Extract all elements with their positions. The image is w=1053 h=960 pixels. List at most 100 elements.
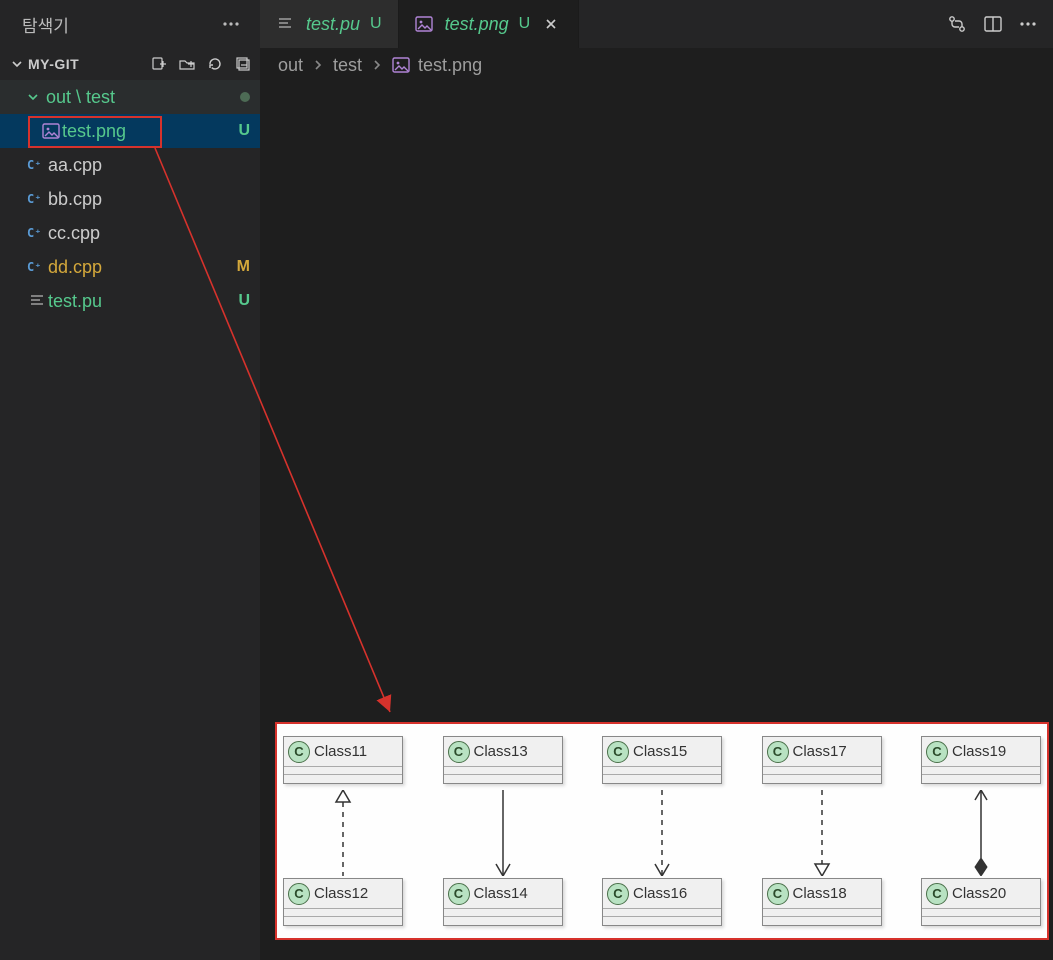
chevron-right-icon [372, 59, 382, 71]
class-box: CClass16 [602, 878, 722, 926]
class-icon: C [767, 883, 789, 905]
image-icon [40, 123, 62, 139]
tab-bar: test.pu U test.png U [260, 0, 1053, 48]
class-icon: C [607, 883, 629, 905]
sidebar-more-button[interactable] [216, 19, 246, 29]
git-badge: M [237, 258, 250, 276]
tab-test-png[interactable]: test.png U [399, 0, 580, 48]
breadcrumb-file[interactable]: test.png [392, 55, 482, 76]
file-tree: out \ test test.png U C⁺ aa.cpp C⁺ bb.cp… [0, 80, 260, 318]
class-icon: C [448, 883, 470, 905]
file-aa-cpp[interactable]: C⁺ aa.cpp [0, 148, 260, 182]
class-icon: C [288, 883, 310, 905]
class-icon: C [767, 741, 789, 763]
uml-connector [812, 790, 832, 872]
folder-modified-dot [240, 92, 250, 102]
svg-text:C⁺: C⁺ [27, 260, 41, 274]
tab-status: U [519, 15, 531, 33]
file-label: aa.cpp [48, 155, 250, 176]
folder-out-test[interactable]: out \ test [0, 80, 260, 114]
class-label: Class19 [952, 743, 1006, 760]
class-box: CClass12 [283, 878, 403, 926]
class-label: Class20 [952, 885, 1006, 902]
sidebar-header: 탐색기 [0, 0, 260, 48]
uml-connector [493, 790, 513, 872]
file-label: test.pu [48, 291, 238, 312]
new-folder-button[interactable] [178, 55, 196, 73]
uml-pair: CClass19 CClass20 [921, 730, 1041, 932]
explorer-section-header[interactable]: MY-GIT [0, 48, 260, 80]
uml-connector [971, 790, 991, 872]
class-label: Class14 [474, 885, 528, 902]
class-icon: C [926, 741, 948, 763]
tab-label: test.png [445, 14, 509, 35]
git-badge: U [238, 292, 250, 310]
refresh-button[interactable] [206, 55, 224, 73]
class-label: Class15 [633, 743, 687, 760]
editor-more-button[interactable] [1019, 21, 1037, 27]
breadcrumb-test[interactable]: test [333, 55, 362, 76]
uml-pair: CClass15 CClass16 [602, 730, 722, 932]
cpp-icon: C⁺ [26, 259, 48, 275]
git-badge: U [238, 122, 250, 140]
class-box: CClass20 [921, 878, 1041, 926]
class-box: CClass13 [443, 736, 563, 784]
tab-test-pu[interactable]: test.pu U [260, 0, 399, 48]
class-box: CClass18 [762, 878, 882, 926]
class-box: CClass15 [602, 736, 722, 784]
class-label: Class16 [633, 885, 687, 902]
class-label: Class17 [793, 743, 847, 760]
uml-preview: CClass11 CClass12 CClass13 CClass14 CCla… [275, 722, 1049, 940]
file-label: cc.cpp [48, 223, 250, 244]
class-box: CClass14 [443, 878, 563, 926]
lines-icon [26, 293, 48, 309]
file-label: test.png [62, 121, 238, 142]
collapse-all-button[interactable] [234, 55, 252, 73]
class-box: CClass11 [283, 736, 403, 784]
file-label: bb.cpp [48, 189, 250, 210]
uml-pair: CClass13 CClass14 [443, 730, 563, 932]
tab-status: U [370, 15, 382, 33]
file-dd-cpp[interactable]: C⁺ dd.cpp M [0, 250, 260, 284]
file-bb-cpp[interactable]: C⁺ bb.cpp [0, 182, 260, 216]
svg-text:C⁺: C⁺ [27, 158, 41, 172]
file-test-pu[interactable]: test.pu U [0, 284, 260, 318]
svg-text:C⁺: C⁺ [27, 226, 41, 240]
class-label: Class18 [793, 885, 847, 902]
cpp-icon: C⁺ [26, 157, 48, 173]
chevron-down-icon [26, 90, 44, 104]
class-icon: C [288, 741, 310, 763]
tab-close-button[interactable] [540, 15, 562, 33]
chevron-down-icon [10, 57, 28, 71]
folder-label: out \ test [46, 87, 240, 108]
sidebar-title: 탐색기 [22, 12, 69, 37]
uml-connector [333, 790, 353, 872]
class-icon: C [607, 741, 629, 763]
lines-icon [276, 16, 296, 32]
breadcrumb-out[interactable]: out [278, 55, 303, 76]
breadcrumbs: out test test.png [260, 48, 1053, 82]
chevron-right-icon [313, 59, 323, 71]
class-box: CClass17 [762, 736, 882, 784]
new-file-button[interactable] [150, 55, 168, 73]
tab-label: test.pu [306, 14, 360, 35]
editor-actions [931, 0, 1053, 48]
split-editor-button[interactable] [983, 14, 1003, 34]
class-box: CClass19 [921, 736, 1041, 784]
file-label: dd.cpp [48, 257, 237, 278]
compare-changes-button[interactable] [947, 14, 967, 34]
file-cc-cpp[interactable]: C⁺ cc.cpp [0, 216, 260, 250]
cpp-icon: C⁺ [26, 191, 48, 207]
class-icon: C [926, 883, 948, 905]
class-label: Class11 [314, 743, 367, 760]
uml-pair: CClass11 CClass12 [283, 730, 403, 932]
class-icon: C [448, 741, 470, 763]
svg-text:C⁺: C⁺ [27, 192, 41, 206]
section-label: MY-GIT [28, 56, 79, 72]
file-test-png[interactable]: test.png U [0, 114, 260, 148]
explorer-sidebar: 탐색기 MY-GIT o [0, 0, 260, 960]
image-icon [392, 57, 410, 73]
class-label: Class12 [314, 885, 368, 902]
uml-connector [652, 790, 672, 872]
cpp-icon: C⁺ [26, 225, 48, 241]
